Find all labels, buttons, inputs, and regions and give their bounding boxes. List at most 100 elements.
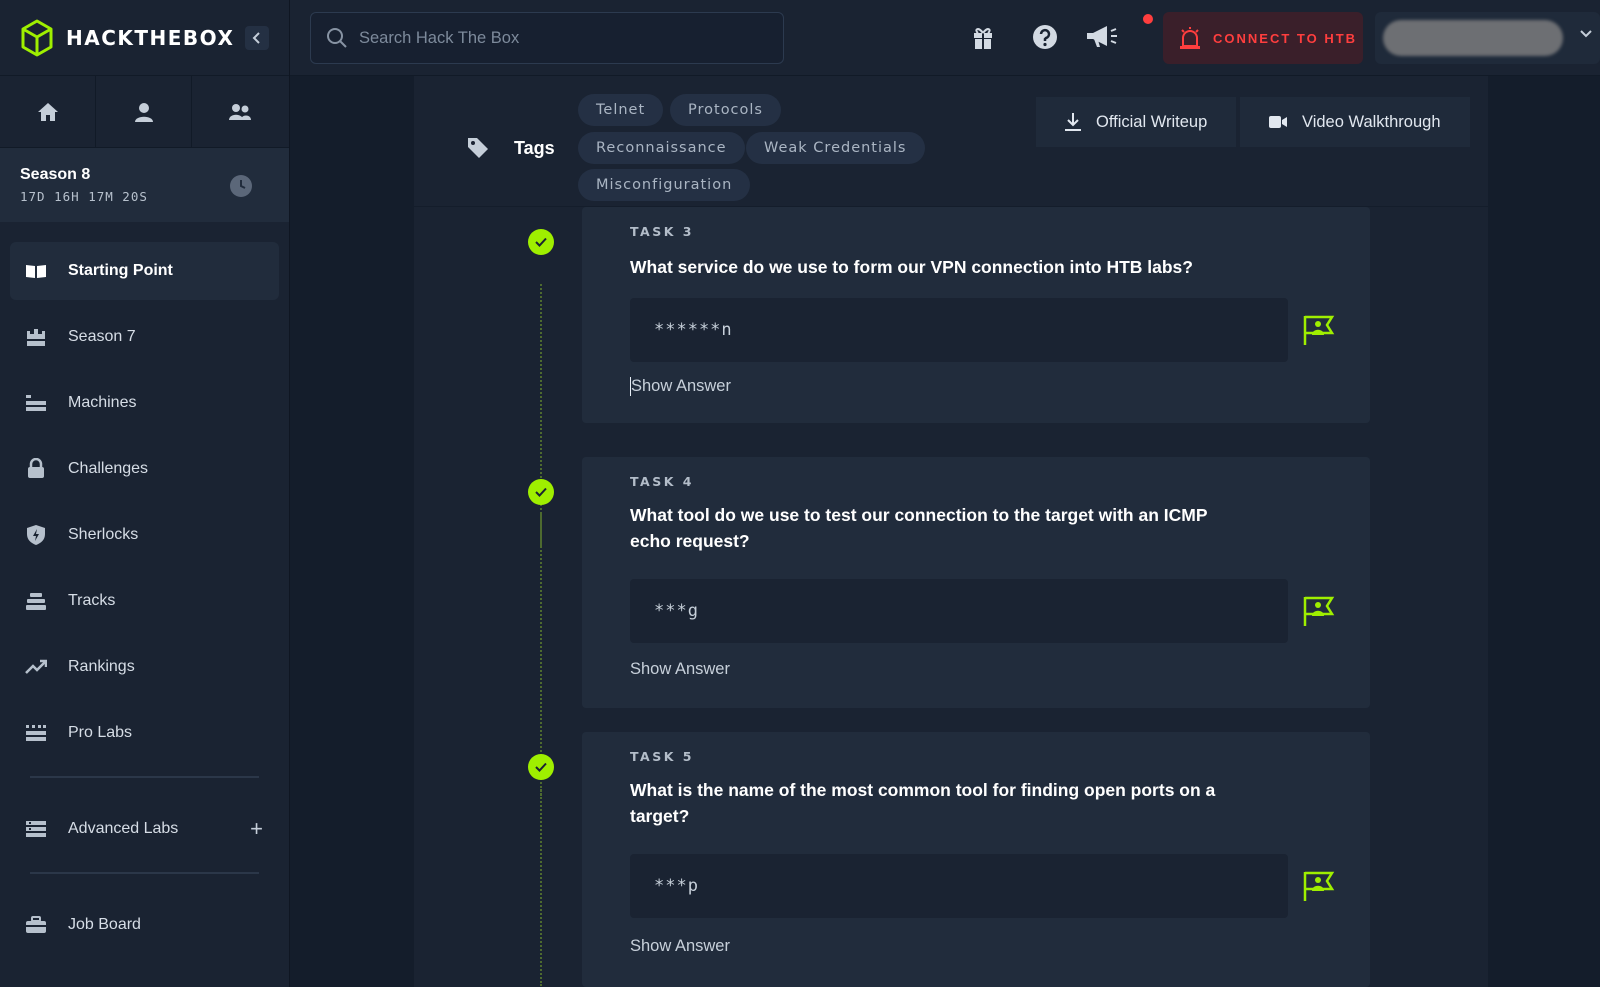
lock-icon xyxy=(24,457,48,481)
show-answer-link[interactable]: Show Answer xyxy=(630,377,731,396)
tags-label: Tags xyxy=(514,138,555,158)
notification-dot xyxy=(1143,14,1153,24)
layers-icon xyxy=(24,589,48,613)
tag-chip[interactable]: Reconnaissance xyxy=(578,132,745,164)
profile-nav-button[interactable] xyxy=(96,76,192,147)
sidebar: HACKTHEBOX Season 8 17D 16H 17M 20S Star… xyxy=(0,0,290,987)
task-complete-check xyxy=(528,479,554,505)
trending-up-icon xyxy=(24,655,48,679)
collapse-sidebar-button[interactable] xyxy=(245,26,269,50)
answer-field[interactable]: ***p xyxy=(630,854,1288,918)
htb-logo-icon[interactable] xyxy=(20,19,54,57)
user-icon xyxy=(134,102,153,122)
task-label: TASK 3 xyxy=(630,224,694,239)
sidebar-item-pro-labs[interactable]: Pro Labs xyxy=(10,704,279,762)
check-icon xyxy=(535,237,547,247)
answer-field[interactable]: ***g xyxy=(630,579,1288,643)
sidebar-item-label: Advanced Labs xyxy=(68,820,179,837)
shield-icon xyxy=(24,523,48,547)
clock-icon xyxy=(230,175,252,197)
check-icon xyxy=(535,487,547,497)
sidebar-item-label: Season 7 xyxy=(68,328,136,345)
sidebar-item-starting-point[interactable]: Starting Point xyxy=(10,242,279,300)
sidebar-item-label: Pro Labs xyxy=(68,724,133,741)
tag-chip[interactable]: Misconfiguration xyxy=(578,169,751,201)
home-nav-button[interactable] xyxy=(0,76,96,147)
tag-chip[interactable]: Protocols xyxy=(670,94,781,126)
sidebar-item-advanced-labs[interactable]: Advanced Labs + xyxy=(10,800,279,858)
timeline-connector xyxy=(540,786,542,986)
sidebar-item-rankings[interactable]: Rankings xyxy=(10,638,279,696)
show-answer-link[interactable]: Show Answer xyxy=(630,660,730,679)
search-bar[interactable] xyxy=(310,12,784,64)
server-icon xyxy=(24,391,48,415)
megaphone-icon[interactable] xyxy=(1085,24,1119,50)
expand-plus-icon[interactable]: + xyxy=(250,816,263,842)
task-card: TASK 3 What service do we use to form ou… xyxy=(582,207,1370,423)
submit-flag-icon[interactable] xyxy=(1302,313,1336,347)
sidebar-item-job-board[interactable]: Job Board xyxy=(10,896,279,954)
help-icon[interactable] xyxy=(1032,24,1058,50)
tag-chip[interactable]: Weak Credentials xyxy=(746,132,925,164)
tags-section: Tags Telnet Protocols Reconnaissance Wea… xyxy=(414,76,1488,207)
sidebar-item-label: Job Board xyxy=(68,916,141,933)
task-question: What service do we use to form our VPN c… xyxy=(630,257,1193,277)
tag-icon xyxy=(468,138,488,158)
video-camera-icon xyxy=(1269,116,1287,128)
main-content: Tags Telnet Protocols Reconnaissance Wea… xyxy=(414,76,1488,987)
answer-field[interactable]: ******n xyxy=(630,298,1288,362)
connect-label: CONNECT TO HTB xyxy=(1213,30,1358,46)
timeline-connector xyxy=(540,284,542,546)
briefcase-icon xyxy=(24,913,48,937)
task-label: TASK 5 xyxy=(630,749,694,764)
grid-icon xyxy=(24,721,48,745)
alarm-icon xyxy=(1180,27,1200,49)
users-icon xyxy=(229,103,251,120)
sidebar-top-nav xyxy=(0,76,289,148)
submit-flag-icon[interactable] xyxy=(1302,594,1336,628)
home-icon xyxy=(37,102,58,121)
task-complete-check xyxy=(528,229,554,255)
book-open-icon xyxy=(24,259,48,283)
castle-icon xyxy=(24,325,48,349)
connect-to-htb-button[interactable]: CONNECT TO HTB xyxy=(1163,12,1363,64)
video-walkthrough-label: Video Walkthrough xyxy=(1302,112,1441,131)
user-menu[interactable] xyxy=(1375,12,1600,64)
search-input[interactable] xyxy=(359,28,759,48)
sidebar-divider xyxy=(30,872,259,874)
chevron-left-icon xyxy=(252,32,260,44)
sidebar-item-label: Challenges xyxy=(68,460,149,477)
avatar xyxy=(1383,20,1563,56)
sidebar-item-tracks[interactable]: Tracks xyxy=(10,572,279,630)
task-complete-check xyxy=(528,754,554,780)
submit-flag-icon[interactable] xyxy=(1302,869,1336,903)
chevron-down-icon xyxy=(1580,30,1592,38)
task-card: TASK 4 What tool do we use to test our c… xyxy=(582,457,1370,708)
search-icon xyxy=(327,28,347,48)
task-label: TASK 4 xyxy=(630,474,694,489)
sidebar-item-label: Machines xyxy=(68,394,137,411)
sidebar-item-sherlocks[interactable]: Sherlocks xyxy=(10,506,279,564)
sidebar-divider xyxy=(30,776,259,778)
task-question: What is the name of the most common tool… xyxy=(630,780,1216,826)
team-nav-button[interactable] xyxy=(192,76,288,147)
official-writeup-label: Official Writeup xyxy=(1096,112,1208,131)
task-question: What tool do we use to test our connecti… xyxy=(630,505,1208,551)
sidebar-menu: Starting Point Season 7 Machines Challen… xyxy=(0,222,289,954)
download-icon xyxy=(1065,113,1081,131)
sidebar-item-label: Sherlocks xyxy=(68,526,139,543)
sidebar-item-label: Starting Point xyxy=(68,262,173,279)
sidebar-item-season-7[interactable]: Season 7 xyxy=(10,308,279,366)
gift-icon[interactable] xyxy=(972,24,994,50)
official-writeup-button[interactable]: Official Writeup xyxy=(1036,97,1236,147)
sidebar-item-machines[interactable]: Machines xyxy=(10,374,279,432)
sidebar-item-label: Tracks xyxy=(68,592,116,609)
sidebar-item-challenges[interactable]: Challenges xyxy=(10,440,279,498)
show-answer-link[interactable]: Show Answer xyxy=(630,937,730,956)
top-bar: CONNECT TO HTB xyxy=(290,0,1600,76)
task-card: TASK 5 What is the name of the most comm… xyxy=(582,732,1370,987)
check-icon xyxy=(535,762,547,772)
video-walkthrough-button[interactable]: Video Walkthrough xyxy=(1240,97,1470,147)
season-banner[interactable]: Season 8 17D 16H 17M 20S xyxy=(0,148,289,222)
tag-chip[interactable]: Telnet xyxy=(578,94,664,126)
